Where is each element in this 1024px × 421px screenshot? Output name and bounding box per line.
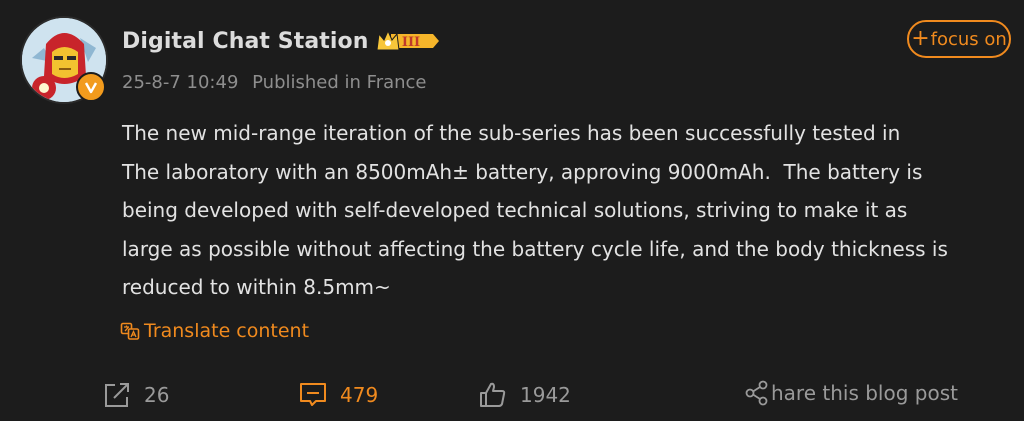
like-count: 1942	[520, 383, 571, 407]
author-avatar[interactable]	[20, 16, 108, 104]
author-line: Digital Chat Station III	[122, 28, 441, 54]
post-content: The new mid-range iteration of the sub-s…	[122, 121, 948, 299]
thumbs-up-icon	[480, 382, 506, 407]
comment-icon	[300, 383, 326, 406]
translate-icon	[120, 322, 140, 340]
like-button[interactable]: 1942	[478, 380, 571, 410]
author-name[interactable]: Digital Chat Station	[122, 29, 369, 54]
translate-label: Translate content	[144, 320, 310, 342]
crown-badge-icon[interactable]: III	[375, 28, 441, 54]
post-date: 25-8-7 10:49	[122, 72, 239, 93]
share-icon	[745, 380, 768, 406]
verified-v-icon	[76, 72, 106, 102]
translate-content-link[interactable]: Translate content	[120, 320, 309, 342]
repost-button[interactable]: 26	[102, 380, 169, 410]
comment-button[interactable]: 479	[298, 380, 378, 410]
comment-count: 479	[340, 383, 379, 407]
repost-icon	[105, 383, 129, 407]
post-meta: 25-8-7 10:49 Published in France	[122, 72, 427, 93]
plus-icon: +	[911, 26, 930, 51]
post-location: Published in France	[252, 72, 427, 93]
level-badge-text: III	[401, 35, 419, 50]
repost-count: 26	[144, 383, 170, 407]
follow-button[interactable]: + focus on	[907, 20, 1011, 58]
share-label: hare this blog post	[771, 381, 958, 405]
follow-label: focus on	[930, 28, 1007, 50]
share-button[interactable]: hare this blog post	[745, 380, 958, 406]
